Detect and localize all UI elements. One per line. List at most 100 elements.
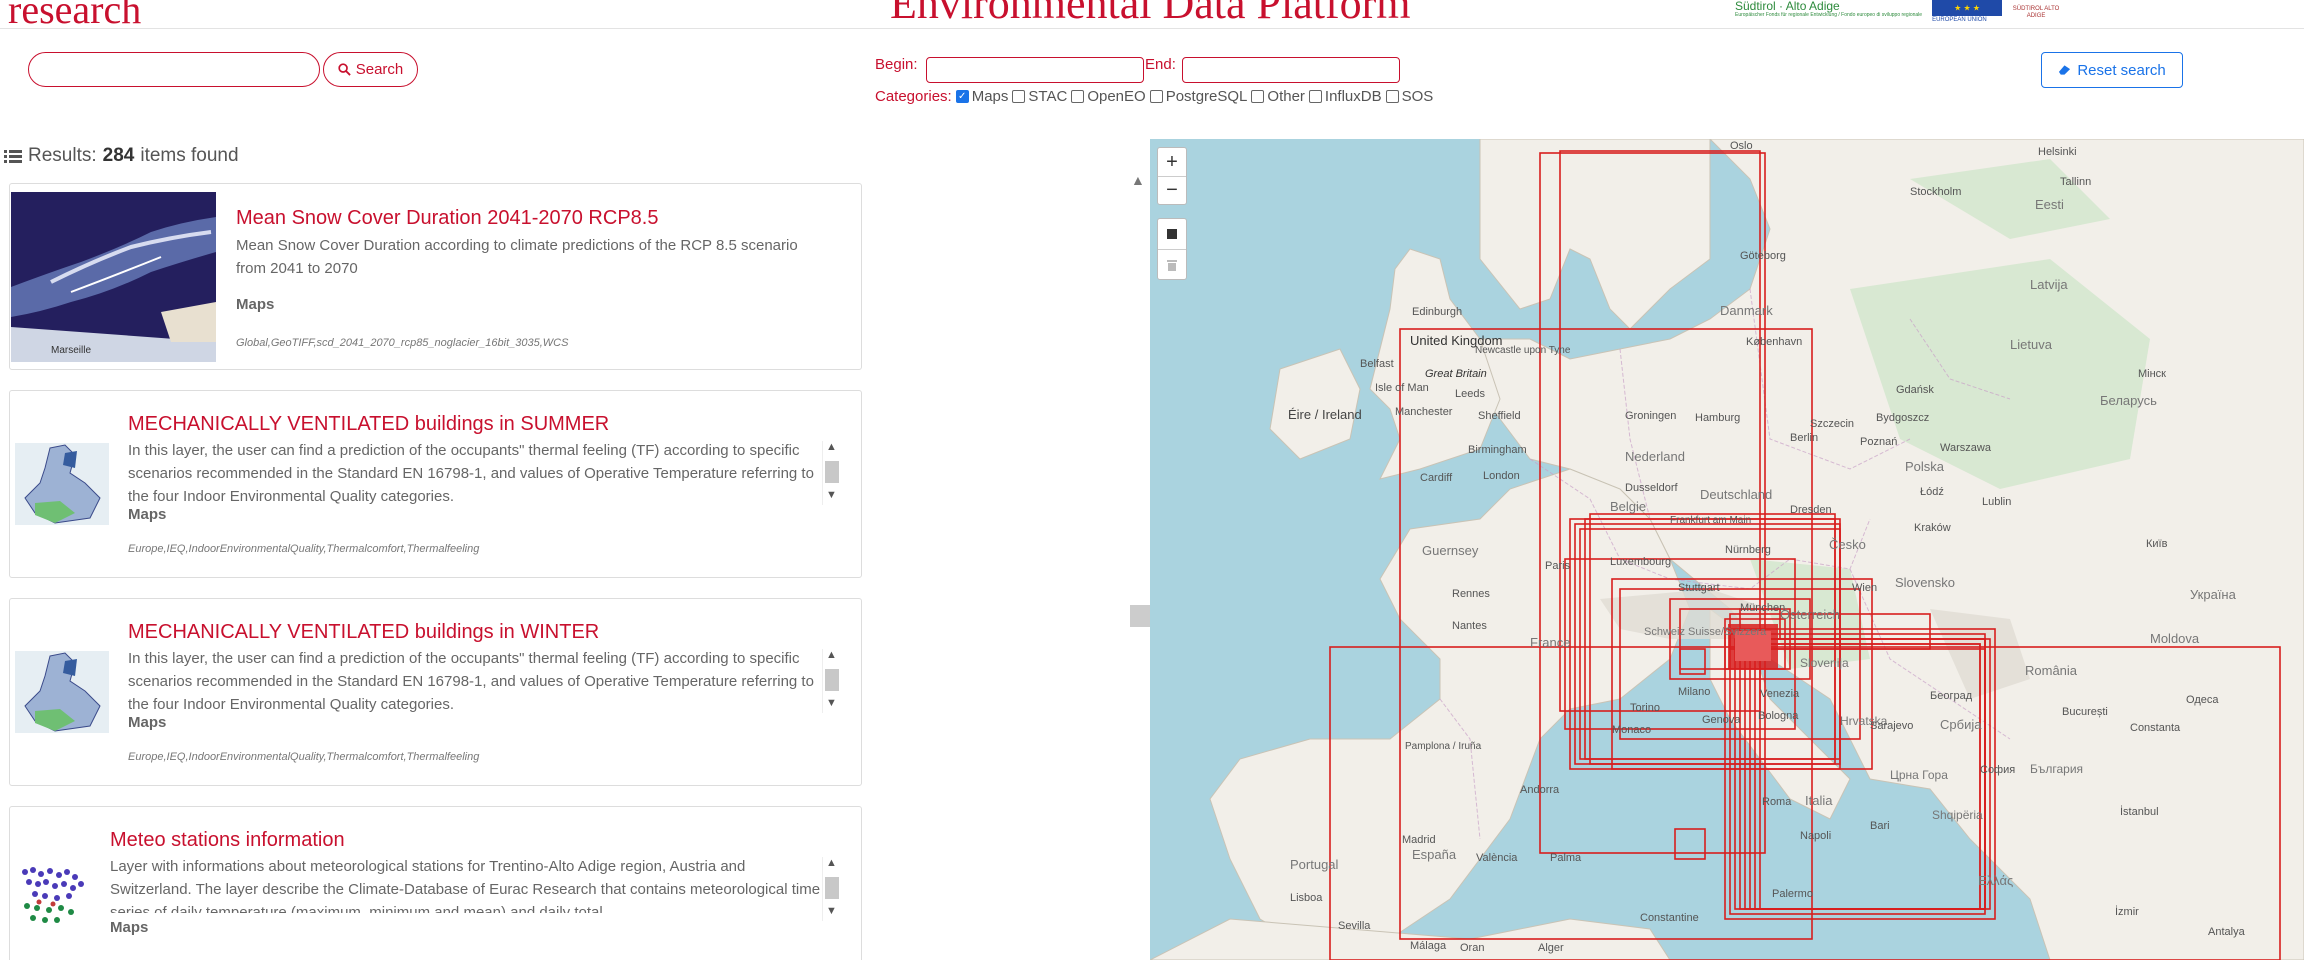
map-label: Stockholm bbox=[1910, 186, 1961, 198]
zoom-in-button[interactable]: + bbox=[1158, 148, 1186, 176]
checkbox-icon[interactable] bbox=[1251, 90, 1265, 103]
map-label: Lublin bbox=[1982, 496, 2011, 508]
result-title[interactable]: MECHANICALLY VENTILATED buildings in WIN… bbox=[128, 621, 599, 644]
map-label: München bbox=[1740, 602, 1785, 614]
map-label: Portugal bbox=[1290, 857, 1339, 872]
eu-logo: ★ ★ ★ EUROPEAN UNION bbox=[1932, 0, 2003, 23]
checkbox-icon[interactable] bbox=[1071, 90, 1085, 103]
category-stac[interactable]: STAC bbox=[1012, 88, 1067, 105]
result-thumbnail[interactable] bbox=[15, 443, 109, 525]
map-label: Danmark bbox=[1720, 303, 1773, 318]
draw-rectangle-button[interactable] bbox=[1158, 219, 1186, 249]
result-description: Layer with informations about meteorolog… bbox=[110, 858, 821, 913]
map-label: Polska bbox=[1905, 459, 1945, 474]
scroll-down-icon[interactable]: ▼ bbox=[826, 489, 837, 501]
map-label: Leeds bbox=[1455, 388, 1485, 400]
map-land-ireland bbox=[1269, 348, 1361, 460]
map-view[interactable]: Oslo Helsinki Stockholm Tallinn Eesti Gö… bbox=[1150, 139, 2304, 960]
map-label: Paris bbox=[1545, 560, 1571, 572]
map-label: Deutschland bbox=[1700, 487, 1772, 502]
reset-search-label: Reset search bbox=[2077, 61, 2166, 79]
map-label: Madrid bbox=[1402, 834, 1436, 846]
map-label: Sevilla bbox=[1338, 920, 1371, 932]
map-label: Одеса bbox=[2186, 694, 2219, 706]
result-title[interactable]: Meteo stations information bbox=[110, 829, 345, 852]
map-label: London bbox=[1483, 470, 1520, 482]
map-label: Київ bbox=[2146, 538, 2168, 550]
map-label: Frankfurt am Main bbox=[1670, 515, 1751, 526]
result-card[interactable]: Marseille Mean Snow Cover Duration 2041-… bbox=[9, 183, 862, 370]
map-label: İzmir bbox=[2115, 905, 2139, 918]
map-label: Мінск bbox=[2138, 368, 2166, 380]
result-tags: Global,GeoTIFF,scd_2041_2070_rcp85_nogla… bbox=[236, 337, 569, 349]
result-category: Maps bbox=[110, 919, 149, 936]
description-scrollbar[interactable]: ▲ ▼ bbox=[822, 857, 840, 921]
map-label: Luxembourg bbox=[1610, 556, 1671, 568]
panel-resize-handle[interactable] bbox=[1130, 605, 1150, 627]
result-card[interactable]: MECHANICALLY VENTILATED buildings in SUM… bbox=[9, 390, 862, 578]
scrollbar-thumb[interactable] bbox=[825, 461, 839, 483]
checkbox-icon[interactable] bbox=[1012, 90, 1026, 103]
scroll-down-icon[interactable]: ▼ bbox=[826, 905, 837, 917]
result-thumbnail[interactable] bbox=[15, 651, 109, 733]
result-category: Maps bbox=[128, 714, 167, 731]
result-card[interactable]: MECHANICALLY VENTILATED buildings in WIN… bbox=[9, 598, 862, 786]
description-scrollbar[interactable]: ▲ ▼ bbox=[822, 649, 840, 713]
scrollbar-thumb[interactable] bbox=[825, 669, 839, 691]
suedtirol-logo-subtext: Europäischer Fonds für regionale Entwick… bbox=[1735, 12, 1923, 18]
result-thumbnail[interactable]: Marseille bbox=[11, 192, 216, 362]
checkbox-icon[interactable] bbox=[1385, 90, 1399, 103]
map-label: København bbox=[1746, 336, 1802, 348]
map-label: Bologna bbox=[1758, 710, 1799, 722]
search-button[interactable]: Search bbox=[323, 52, 418, 87]
checkbox-checked-icon[interactable]: ✓ bbox=[955, 90, 969, 103]
search-input[interactable] bbox=[28, 52, 320, 87]
result-title[interactable]: MECHANICALLY VENTILATED buildings in SUM… bbox=[128, 413, 609, 436]
scrollbar-thumb[interactable] bbox=[825, 877, 839, 899]
checkbox-icon[interactable] bbox=[1308, 90, 1322, 103]
map-label: Rennes bbox=[1452, 588, 1490, 600]
begin-date-input[interactable] bbox=[926, 57, 1144, 83]
map-label: Isle of Man bbox=[1375, 382, 1429, 394]
map-label: France bbox=[1530, 635, 1570, 650]
header-divider bbox=[0, 28, 2304, 29]
category-postgresql[interactable]: PostgreSQL bbox=[1149, 88, 1247, 105]
map-label: Málaga bbox=[1410, 940, 1447, 952]
reset-search-button[interactable]: Reset search bbox=[2041, 52, 2183, 88]
scroll-down-icon[interactable]: ▼ bbox=[826, 697, 837, 709]
search-button-label: Search bbox=[355, 61, 404, 78]
panel-scroll-up-icon[interactable]: ▲ bbox=[1131, 172, 1145, 188]
scroll-up-icon[interactable]: ▲ bbox=[826, 441, 837, 453]
category-openeo[interactable]: OpenEO bbox=[1071, 88, 1146, 105]
scroll-up-icon[interactable]: ▲ bbox=[826, 649, 837, 661]
zoom-out-button[interactable]: − bbox=[1158, 176, 1186, 204]
end-date-input[interactable] bbox=[1182, 57, 1400, 83]
map-label: València bbox=[1476, 852, 1518, 864]
result-thumbnail[interactable] bbox=[15, 862, 95, 937]
map-label: Moldova bbox=[2150, 631, 2200, 646]
category-influxdb[interactable]: InfluxDB bbox=[1308, 88, 1382, 105]
map-land-scandinavia bbox=[1479, 139, 1711, 330]
map-label: Genova bbox=[1702, 714, 1741, 726]
checkbox-icon[interactable] bbox=[1149, 90, 1163, 103]
result-card[interactable]: Meteo stations information Layer with in… bbox=[9, 806, 862, 960]
map-label: București bbox=[2062, 706, 2108, 718]
map-label: Manchester bbox=[1395, 406, 1453, 418]
map-canvas[interactable]: Oslo Helsinki Stockholm Tallinn Eesti Gö… bbox=[1150, 139, 2304, 960]
map-label: Palma bbox=[1550, 852, 1582, 864]
trash-icon bbox=[1167, 260, 1177, 271]
category-other[interactable]: Other bbox=[1251, 88, 1305, 105]
category-sos[interactable]: SOS bbox=[1385, 88, 1433, 105]
result-title[interactable]: Mean Snow Cover Duration 2041-2070 RCP8.… bbox=[236, 207, 658, 230]
map-label: Venezia bbox=[1760, 688, 1800, 700]
category-label: InfluxDB bbox=[1324, 88, 1382, 105]
result-tags: Europe,IEQ,IndoorEnvironmentalQuality,Th… bbox=[128, 751, 480, 763]
map-label: İstanbul bbox=[2120, 805, 2159, 818]
map-label: Österreich bbox=[1780, 607, 1840, 622]
map-label: Constanta bbox=[2130, 722, 2181, 734]
scroll-up-icon[interactable]: ▲ bbox=[826, 857, 837, 869]
map-label: Україна bbox=[2190, 587, 2237, 602]
description-scrollbar[interactable]: ▲ ▼ bbox=[822, 441, 840, 505]
category-maps[interactable]: ✓ Maps bbox=[955, 88, 1008, 105]
delete-shapes-button[interactable] bbox=[1158, 249, 1186, 279]
